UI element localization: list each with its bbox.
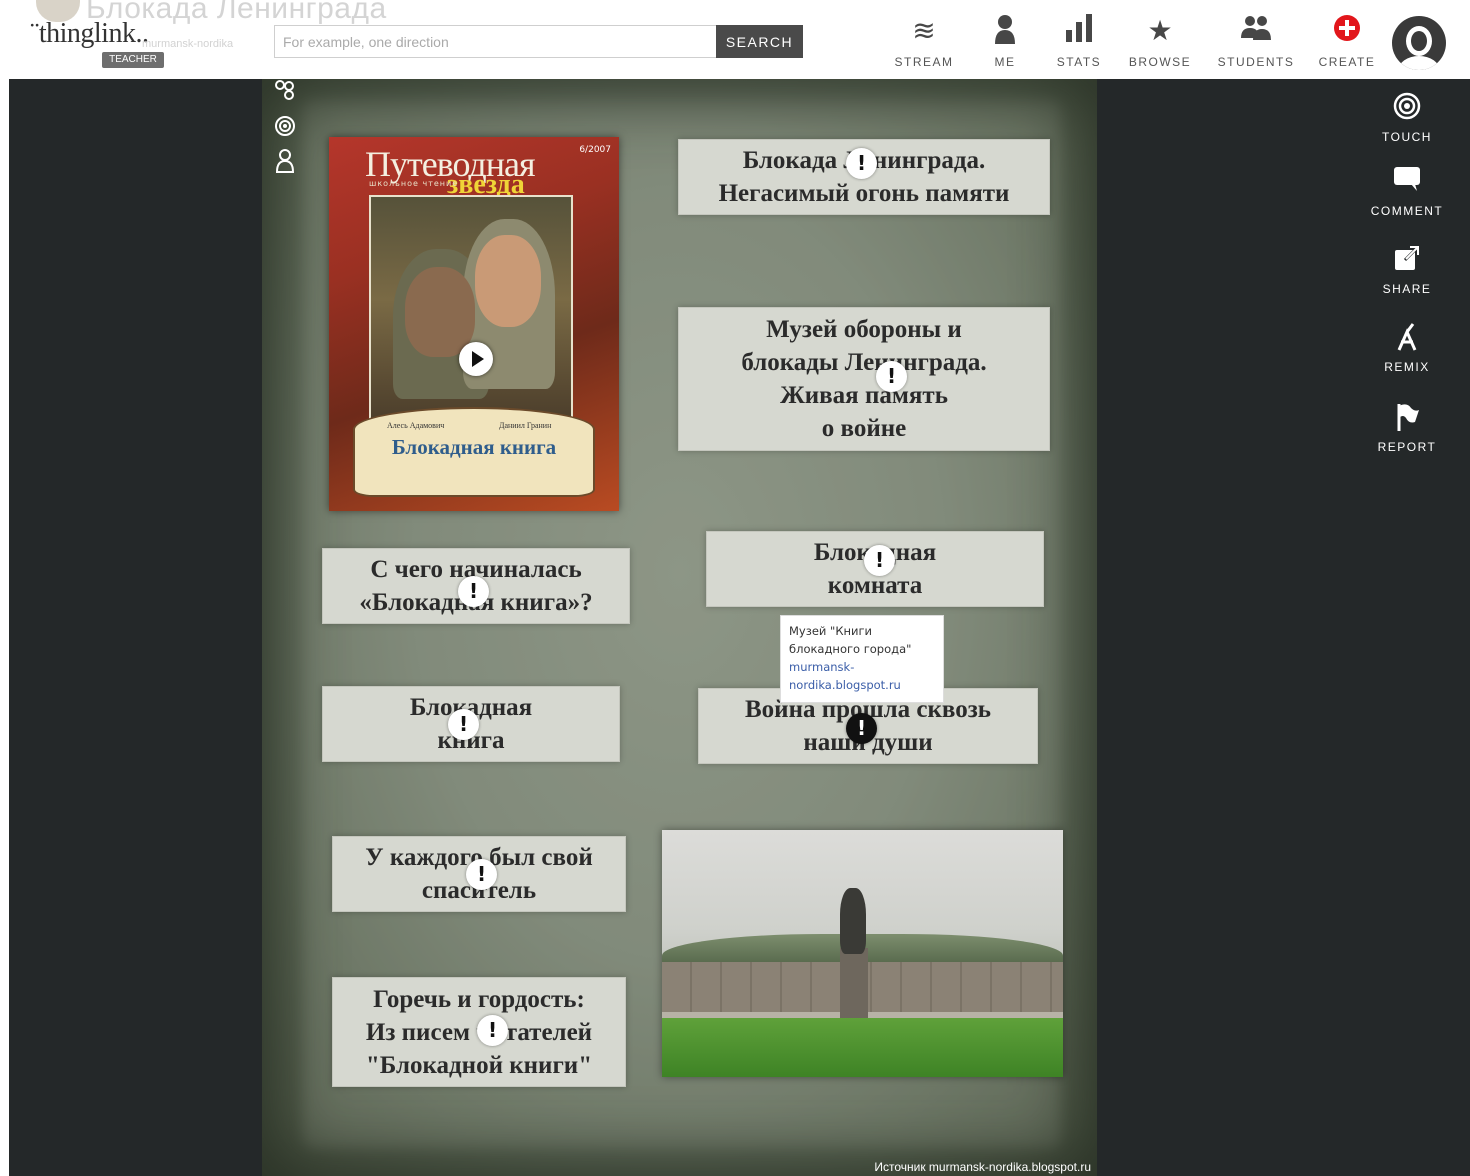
stream-icon: ≋ <box>912 14 936 47</box>
tag-pin[interactable]: ! <box>876 361 907 392</box>
cover-artwork <box>369 195 573 427</box>
image-source-caption: Источник murmansk-nordika.blogspot.ru <box>874 1160 1091 1174</box>
user-icon[interactable] <box>272 149 298 175</box>
tag-pin[interactable]: ! <box>448 709 479 740</box>
top-bar: Блокада Ленинграда ¨thinglink.. murmansk… <box>0 0 1470 78</box>
tag-pin[interactable]: ! <box>477 1015 508 1046</box>
issue-number: 6/2007 <box>579 145 611 155</box>
tag-pin-active[interactable]: ! <box>846 713 877 744</box>
label-text: Музей обороны и блокады Ленинграда. Жива… <box>741 316 987 442</box>
nav-stream-label: STREAM <box>894 55 954 69</box>
magazine-subline: школьное чтение <box>369 179 459 188</box>
book-author-1: Алесь Адамович <box>387 421 445 430</box>
remix-button[interactable]: REMIX <box>1366 322 1448 374</box>
book-title: Блокадная книга <box>391 435 557 459</box>
thinglink-image[interactable]: Путеводная звезда 6/2007 школьное чтение… <box>262 79 1097 1176</box>
photo-lawn <box>662 1018 1063 1077</box>
tag-pin[interactable]: ! <box>466 859 497 890</box>
comment-label: COMMENT <box>1370 204 1444 218</box>
memorial-photo <box>662 830 1063 1077</box>
share-icon <box>1366 244 1448 278</box>
search-input[interactable] <box>274 25 718 58</box>
play-video-icon[interactable] <box>459 342 493 376</box>
star-icon: ★ <box>1147 14 1173 47</box>
tooltip-title: Музей "Книги блокадного города" <box>789 624 912 656</box>
nav-stats-label: STATS <box>1056 55 1102 69</box>
report-label: REPORT <box>1377 440 1437 454</box>
nav-create-label: CREATE <box>1318 55 1376 69</box>
touch-button[interactable]: TOUCH <box>1366 92 1448 144</box>
remix-label: REMIX <box>1384 360 1430 374</box>
comment-icon <box>1366 166 1448 200</box>
nav-students-label: STUDENTS <box>1217 55 1295 69</box>
avatar-body-icon <box>1398 56 1440 70</box>
avatar[interactable] <box>1392 16 1446 70</box>
face-left <box>405 267 475 357</box>
face-right <box>475 235 541 327</box>
share-button[interactable]: SHARE <box>1366 244 1448 296</box>
flag-icon <box>1366 402 1448 436</box>
touch-label: TOUCH <box>1382 130 1432 144</box>
nav-me[interactable]: ME <box>980 14 1030 74</box>
nav-students[interactable]: STUDENTS <box>1210 14 1302 74</box>
report-button[interactable]: REPORT <box>1366 402 1448 454</box>
person-icon <box>980 14 1030 48</box>
nav-create[interactable]: CREATE <box>1314 14 1380 74</box>
tags-toggle-icon[interactable] <box>272 79 298 105</box>
comment-button[interactable]: COMMENT <box>1366 166 1448 218</box>
label-muzei-oborony: Музей обороны и блокады Ленинграда. Жива… <box>678 307 1050 451</box>
tag-pin[interactable]: ! <box>846 148 877 179</box>
thinglink-logo[interactable]: ¨thinglink.. <box>30 18 149 50</box>
teacher-badge: TEACHER <box>102 52 164 68</box>
photo-plinth <box>840 948 868 1018</box>
nav-browse[interactable]: ★ BROWSE <box>1124 14 1196 74</box>
share-label: SHARE <box>1382 282 1432 296</box>
book-author-2: Даниил Гранин <box>499 421 552 430</box>
remix-icon <box>1366 322 1448 356</box>
tooltip-link[interactable]: murmansk-nordika.blogspot.ru <box>789 658 935 694</box>
tag-pin[interactable]: ! <box>864 545 895 576</box>
group-icon <box>1210 14 1302 48</box>
search-button[interactable]: SEARCH <box>716 25 803 58</box>
photo-statue <box>840 888 866 954</box>
tag-tooltip[interactable]: Музей "Книги блокадного города" murmansk… <box>780 615 944 703</box>
plus-circle-icon <box>1314 14 1380 48</box>
target-icon[interactable] <box>272 115 298 141</box>
book-cover-image: Путеводная звезда 6/2007 школьное чтение… <box>329 137 619 511</box>
nav-browse-label: BROWSE <box>1128 55 1192 69</box>
tag-pin[interactable]: ! <box>458 576 489 607</box>
nav-me-label: ME <box>994 55 1016 69</box>
bar-chart-icon <box>1048 14 1110 48</box>
avatar-face-icon <box>1411 31 1427 51</box>
owner-name: murmansk-nordika <box>142 38 234 50</box>
target-icon <box>1366 92 1448 126</box>
nav-stream[interactable]: ≋ STREAM <box>888 14 960 74</box>
nav-stats[interactable]: STATS <box>1048 14 1110 74</box>
